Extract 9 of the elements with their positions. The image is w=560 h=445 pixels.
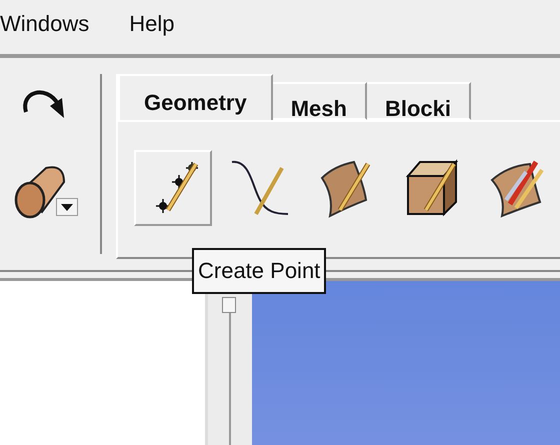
tab[interactable]: Blocki — [366, 82, 471, 120]
caret-icon[interactable] — [56, 198, 78, 216]
tab[interactable]: Mesh — [272, 82, 367, 120]
slider-handle[interactable] — [222, 297, 236, 313]
menu-item[interactable]: Help — [129, 2, 174, 38]
tab[interactable]: Geometry — [118, 74, 273, 120]
menu-item[interactable]: Windows — [0, 2, 90, 38]
tooltip: Create Point — [192, 248, 326, 294]
tool-button[interactable] — [134, 150, 212, 226]
